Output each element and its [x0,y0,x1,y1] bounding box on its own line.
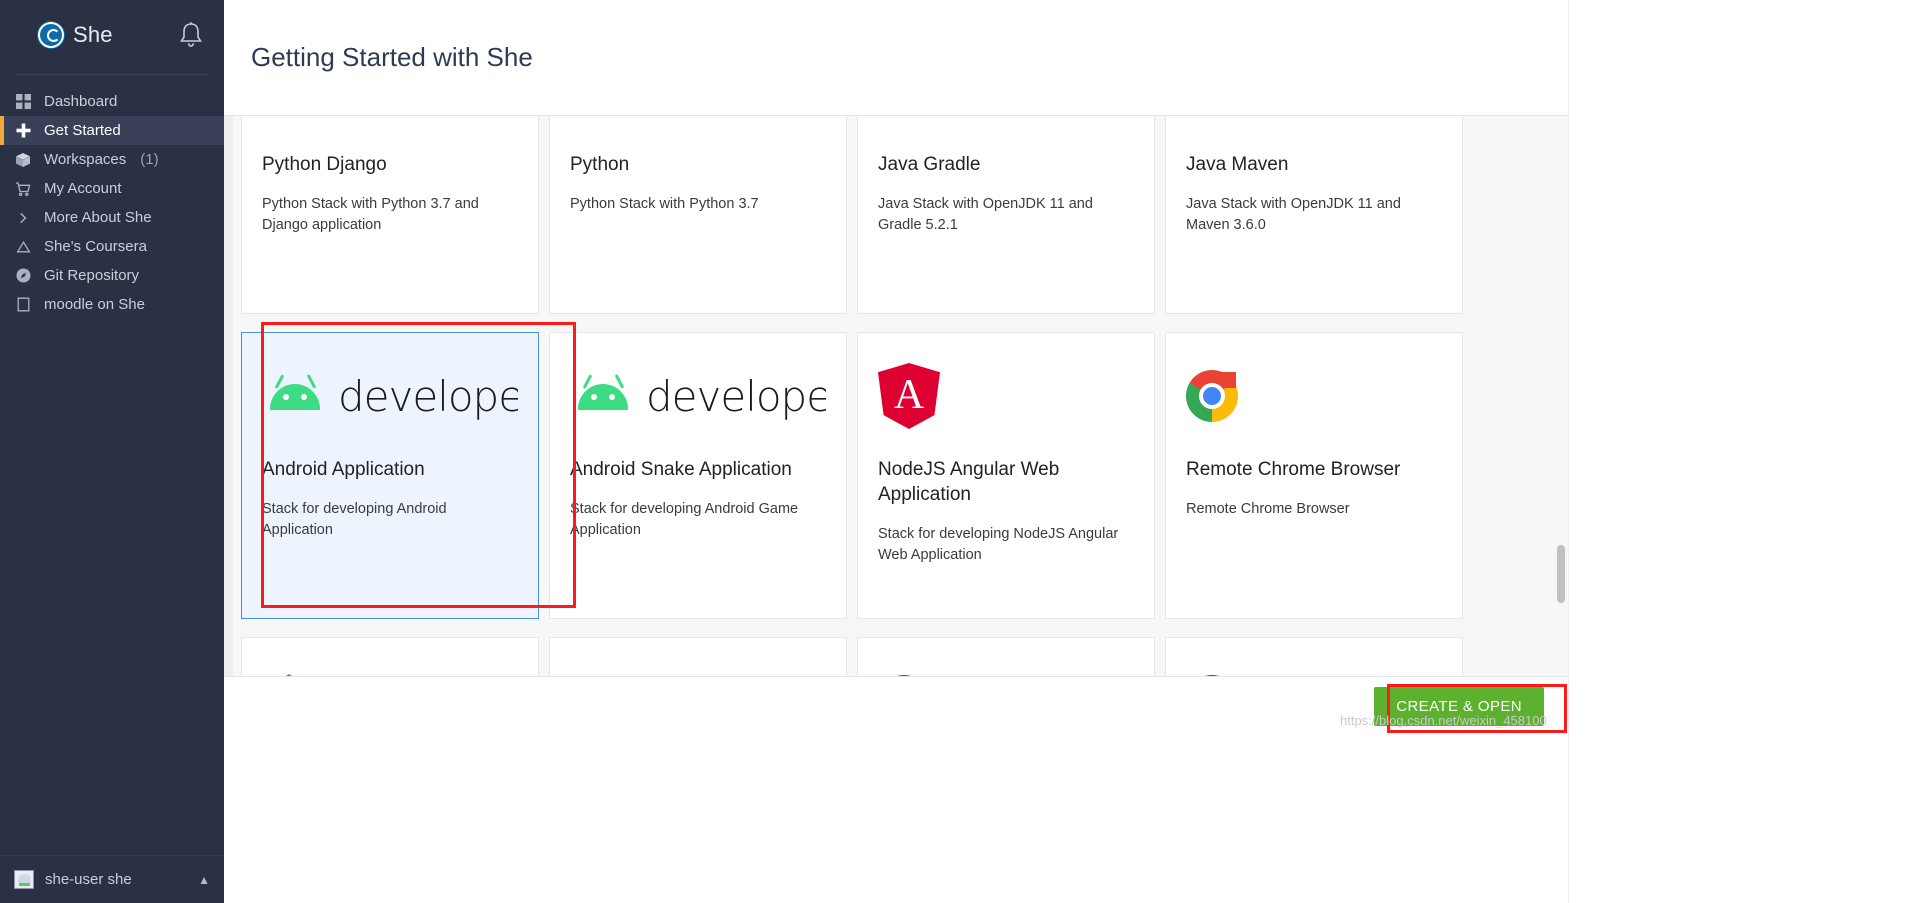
scroll-area-left-edge [224,116,233,676]
sidebar-item-git-repository[interactable]: Git Repository [0,261,224,290]
main-content: Getting Started with She Python Django P… [224,0,1568,903]
sidebar-item-label: Get Started [44,122,121,139]
sidebar-item-label: Workspaces [44,151,127,168]
sidebar-item-moodle-on-she[interactable]: moodle on She [0,290,224,319]
sidebar-item-more-about-she[interactable]: More About She [0,203,224,232]
user-avatar-icon [14,870,34,889]
card-logo: java [878,116,1134,148]
card-title: Python Django [262,154,387,175]
chevron-up-icon: ▲ [198,872,210,887]
card-description: Stack for developing NodeJS Angular Web … [878,526,1119,563]
card-logo [262,638,518,676]
workspaces-count: (1) [140,151,159,168]
grid-icon [14,93,32,111]
card-logo [262,116,518,148]
card-title: Android Application [262,459,425,480]
card-logo [1186,333,1442,453]
card-logo [570,116,826,148]
card-description: Python Stack with Python 3.7 and Django … [262,196,479,233]
page-scrollbar-thumb[interactable] [1557,545,1565,603]
android-developers-logo-icon: develope [262,372,518,421]
card-description: Python Stack with Python 3.7 [570,196,759,212]
sidebar-item-dashboard[interactable]: Dashboard [0,87,224,116]
compass-icon [14,267,32,285]
stack-card-android-snake-application[interactable]: develope Android Snake Application Stack… [549,332,847,619]
android-logo-word: develope [338,371,518,421]
bell-icon[interactable] [178,20,204,50]
angular-logo-icon: A [878,363,940,429]
triangle-icon [14,238,32,256]
stack-card-java-gradle[interactable]: java Java Gradle Java Stack with OpenJDK… [857,116,1155,314]
stack-card-android-application[interactable]: develope Android Application Stack for d… [241,332,539,619]
user-name: she-user she [45,871,132,888]
page-header: Getting Started with She [224,0,1568,116]
stack-card-grid: Python Django Python Stack with Python 3… [241,116,1541,676]
sidebar-item-workspaces[interactable]: Workspaces (1) [0,145,224,174]
sidebar-item-label: Dashboard [44,93,118,110]
sidebar-item-shes-coursera[interactable]: She's Coursera [0,232,224,261]
stack-card-python-django[interactable]: Python Django Python Stack with Python 3… [241,116,539,314]
page-title: Getting Started with She [251,42,533,72]
sidebar-divider [14,74,210,75]
sidebar-item-label: My Account [44,180,122,197]
stack-card-row3-3[interactable]: NET [857,637,1155,676]
sidebar-item-label: More About She [44,209,152,226]
application-window: She Dashboard Get Started Workspaces (1)… [0,0,1920,903]
card-description: Java Stack with OpenJDK 11 and Gradle 5.… [878,196,1093,233]
viewport-right-gutter [1568,0,1920,903]
stack-card-python[interactable]: Python Python Stack with Python 3.7 [549,116,847,314]
card-logo: A [878,333,1134,453]
sidebar-nav: Dashboard Get Started Workspaces (1) My … [0,87,224,319]
chevron-right-icon [14,209,32,227]
plus-icon [14,122,32,140]
android-logo-word: develope [646,371,826,421]
stack-card-remote-chrome-browser[interactable]: Remote Chrome Browser Remote Chrome Brow… [1165,332,1463,619]
card-logo: NET [1186,638,1442,676]
card-logo: develope [570,333,826,453]
she-circle-logo-icon [38,22,64,48]
card-description: Stack for developing Android Application [262,501,447,538]
sidebar: She Dashboard Get Started Workspaces (1)… [0,0,224,903]
card-description: Java Stack with OpenJDK 11 and Maven 3.6… [1186,196,1401,233]
footer-bar: CREATE & OPEN [224,676,1568,903]
stack-card-java-maven[interactable]: java Java Maven Java Stack with OpenJDK … [1165,116,1463,314]
sidebar-item-label: moodle on She [44,296,145,313]
android-developers-logo-icon: develope [570,372,826,421]
stack-scroll-area[interactable]: Python Django Python Stack with Python 3… [224,116,1568,676]
python-logo-icon [570,116,624,118]
stack-card-row3-1[interactable] [241,637,539,676]
card-description: Stack for developing Android Game Applic… [570,501,799,538]
card-title: Remote Chrome Browser [1186,459,1401,480]
card-logo [570,638,826,676]
stack-card-row3-2[interactable] [549,637,847,676]
card-logo: NET [878,638,1134,676]
card-title: Android Snake Application [570,459,792,480]
chrome-logo-icon [1186,370,1238,422]
sidebar-item-label: Git Repository [44,267,140,284]
angular-logo-letter: A [893,372,925,418]
sidebar-item-get-started[interactable]: Get Started [0,116,224,145]
card-logo: develope [262,333,518,453]
user-menu[interactable]: she-user she ▲ [0,855,224,903]
cart-icon [14,180,32,198]
sidebar-item-my-account[interactable]: My Account [0,174,224,203]
card-logo: java [1186,116,1442,148]
box-icon [14,151,32,169]
card-description: Remote Chrome Browser [1186,501,1350,517]
card-title: Java Maven [1186,154,1289,175]
stack-card-nodejs-angular-web-application[interactable]: A NodeJS Angular Web Application Stack f… [857,332,1155,619]
bookmark-icon [14,296,32,314]
card-title: Java Gradle [878,154,981,175]
card-title: Python [570,154,630,175]
watermark-text: https://blog.csdn.net/weixin_458100 [1340,713,1547,728]
sidebar-item-label: She's Coursera [44,238,147,255]
python-logo-icon [262,116,316,118]
brand-name: She [73,22,113,47]
stack-card-row3-4[interactable]: NET [1165,637,1463,676]
card-title: NodeJS Angular Web Application [878,459,1060,505]
